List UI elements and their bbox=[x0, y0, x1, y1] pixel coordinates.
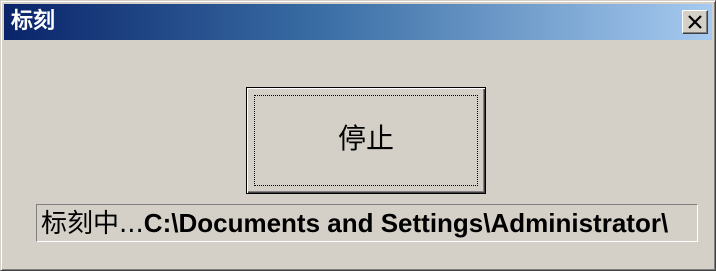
status-text: 标刻中...C:\Documents and Settings\Administ… bbox=[41, 207, 668, 240]
status-path: C:\Documents and Settings\Administrator\ bbox=[143, 208, 669, 238]
marking-dialog: 标刻 停止 标刻中...C:\Documents and Settings\Ad… bbox=[0, 0, 716, 271]
close-button[interactable] bbox=[682, 10, 708, 34]
stop-button[interactable]: 停止 bbox=[246, 87, 486, 194]
title-bar[interactable]: 标刻 bbox=[4, 4, 712, 40]
status-field: 标刻中...C:\Documents and Settings\Administ… bbox=[36, 204, 698, 242]
stop-button-label: 停止 bbox=[337, 122, 394, 155]
close-x-icon bbox=[688, 15, 702, 29]
status-prefix: 标刻中... bbox=[41, 209, 144, 239]
window-title: 标刻 bbox=[11, 9, 56, 34]
